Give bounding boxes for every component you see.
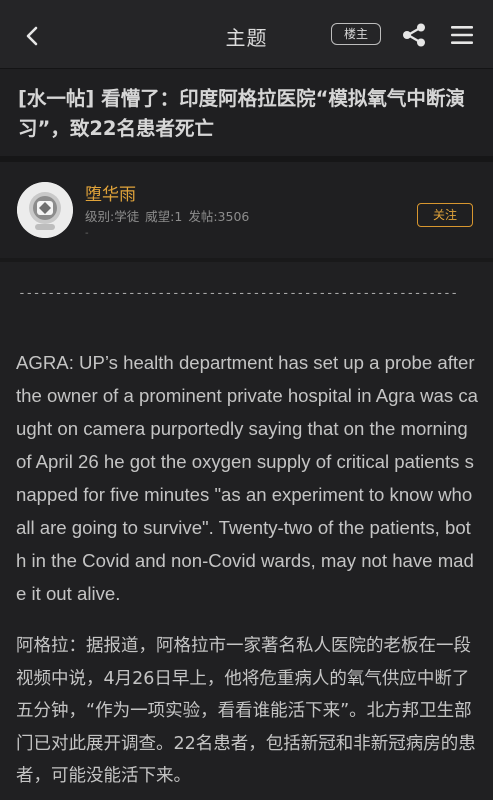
avatar[interactable] (17, 182, 73, 238)
follow-button[interactable]: 关注 (417, 203, 473, 227)
hamburger-menu-icon (451, 26, 473, 44)
chinese-paragraph: 阿格拉：据报道，阿格拉市一家著名私人医院的老板在一段视频中说，4月26日早上，他… (16, 636, 476, 786)
share-icon (403, 23, 425, 47)
english-paragraph: AGRA: UP’s health department has set up … (16, 352, 479, 604)
author-stats: 级别:学徒 威望:1 发帖:3506 (85, 209, 250, 224)
share-button[interactable] (400, 21, 428, 49)
top-nav-bar: 主题 楼主 (0, 0, 493, 69)
menu-button[interactable] (448, 21, 476, 49)
robot-avatar-icon (17, 182, 73, 238)
separator-line: ----------------------------------------… (18, 286, 458, 301)
author-signature: - (85, 228, 89, 239)
post-content: ----------------------------------------… (0, 262, 493, 800)
author-info: 堕华雨 级别:学徒 威望:1 发帖:3506 - 关注 (0, 162, 493, 258)
author-name[interactable]: 堕华雨 (85, 180, 136, 205)
op-only-button[interactable]: 楼主 (331, 23, 381, 45)
post-title: [水一帖] 看懵了：印度阿格拉医院“模拟氧气中断演习”，致22名患者死亡 (18, 87, 465, 140)
